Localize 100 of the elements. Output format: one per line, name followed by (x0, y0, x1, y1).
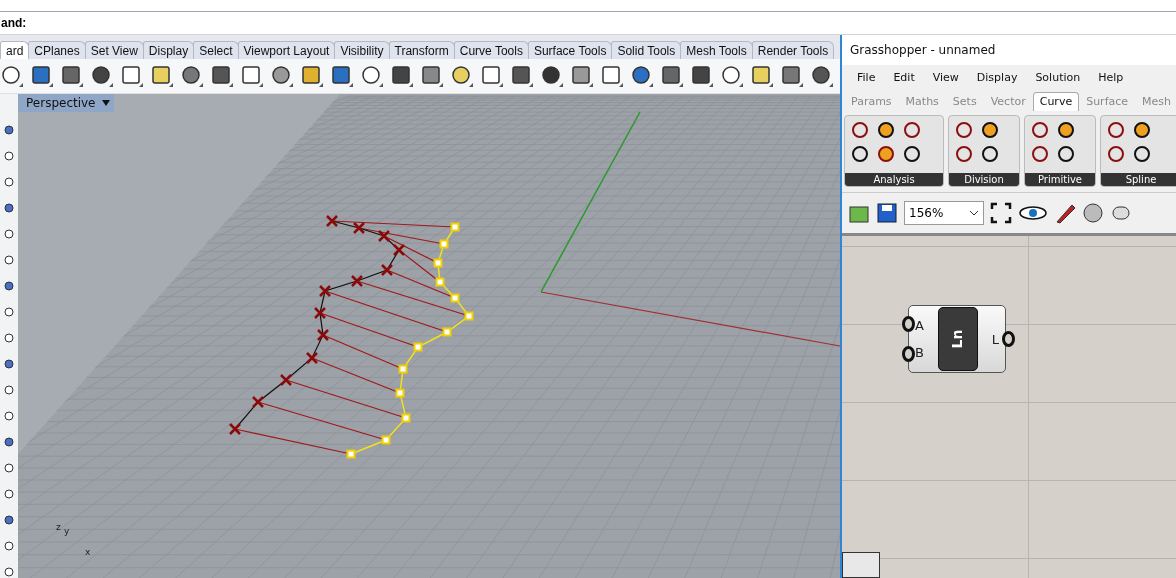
pen-icon[interactable] (1054, 202, 1076, 224)
toolbar-tab[interactable]: CPlanes (28, 40, 86, 59)
group-label[interactable]: Spline (1101, 173, 1176, 186)
toolbar-tab[interactable]: Surface Tools (527, 40, 613, 59)
component-nickname: Ln (949, 329, 966, 349)
axis-label: z (56, 522, 61, 532)
point-marker-icon (346, 449, 356, 459)
component-icon[interactable] (953, 120, 975, 140)
component-icon[interactable] (953, 144, 975, 164)
toolbar-tab[interactable]: Viewport Layout (237, 40, 336, 59)
command-prompt: and: (1, 16, 27, 30)
tool-icon[interactable] (4, 176, 14, 188)
input-grip[interactable] (902, 346, 915, 362)
toolbar-tab[interactable]: Curve Tools (453, 40, 529, 59)
toolbar-tab[interactable]: Mesh Tools (680, 40, 753, 59)
zoom-dropdown[interactable]: 156% (904, 201, 984, 225)
component-icon[interactable] (1029, 144, 1051, 164)
toolbar-tab[interactable]: Render Tools (751, 40, 835, 59)
cross-point-icon (228, 422, 242, 436)
menu-item[interactable]: Solution (1026, 70, 1090, 84)
axis-label: y (64, 526, 70, 536)
toolbar-tab[interactable]: Visibility (334, 40, 390, 59)
toolbar-tab[interactable]: Solid Tools (611, 40, 682, 59)
tool-icon[interactable] (4, 254, 14, 266)
window-title: Grasshopper - unnamed (850, 43, 996, 57)
tool-icon[interactable] (4, 280, 14, 292)
output-label: L (991, 331, 999, 347)
component-icon[interactable] (1131, 144, 1153, 164)
tool-icon[interactable] (4, 202, 14, 214)
line-tool-button[interactable] (842, 552, 880, 578)
group-label[interactable]: Analysis (845, 173, 943, 186)
cross-point-icon (318, 284, 332, 298)
chevron-down-icon[interactable] (969, 210, 979, 216)
point-marker-icon (464, 311, 474, 321)
menu-item[interactable]: View (923, 70, 968, 84)
component-icon[interactable] (979, 144, 1001, 164)
component-icon[interactable] (1105, 144, 1127, 164)
component-icon[interactable] (849, 120, 871, 140)
tool-icon[interactable] (4, 566, 14, 578)
menu-item[interactable]: Display (967, 70, 1027, 84)
toolbar-tab[interactable]: Display (142, 40, 195, 59)
cross-point-icon (305, 351, 319, 365)
input-label: A (915, 318, 924, 333)
component-icon[interactable] (979, 120, 1001, 140)
point-marker-icon (401, 413, 411, 423)
toolbar-tab[interactable]: ard (0, 40, 30, 59)
output-grip[interactable] (1002, 331, 1015, 347)
point-marker-icon (433, 258, 443, 268)
tool-icon[interactable] (4, 306, 14, 318)
menu-item[interactable]: Help (1089, 70, 1133, 84)
tool-icon[interactable] (4, 124, 14, 136)
line-component[interactable]: A B Ln L (908, 305, 1006, 373)
tool-icon[interactable] (4, 462, 14, 474)
component-icon[interactable] (849, 144, 871, 164)
point-marker-icon (395, 388, 405, 398)
tool-icon[interactable] (4, 436, 14, 448)
tool-icon[interactable] (4, 228, 14, 240)
input-grip[interactable] (902, 316, 915, 332)
cross-point-icon (392, 243, 406, 257)
component-icon[interactable] (1055, 120, 1077, 140)
menu-item[interactable]: File (848, 70, 885, 84)
viewport-title: Perspective (26, 96, 96, 110)
cross-point-icon (377, 229, 391, 243)
menu-item[interactable]: Edit (884, 70, 924, 84)
cross-point-icon (380, 263, 394, 277)
component-tab[interactable]: Curve (1032, 92, 1080, 111)
point-marker-icon (450, 222, 460, 232)
component-icon[interactable] (1105, 120, 1127, 140)
caret-icon[interactable] (101, 100, 110, 106)
tool-icon[interactable] (4, 150, 14, 162)
component-icon[interactable] (875, 120, 897, 140)
cross-point-icon (251, 395, 265, 409)
tool-icon[interactable] (4, 410, 14, 422)
toolbar-tab[interactable]: Set View (84, 40, 144, 59)
tool-icon[interactable] (4, 540, 14, 552)
group-label[interactable]: Division (949, 173, 1019, 186)
toolbar-tab[interactable]: Select (193, 40, 239, 59)
point-marker-icon (381, 435, 391, 445)
toolbar-tab[interactable]: Transform (388, 40, 455, 59)
component-icon[interactable] (1131, 120, 1153, 140)
component-icon[interactable] (1055, 144, 1077, 164)
input-label: B (915, 345, 924, 360)
tool-icon[interactable] (4, 384, 14, 396)
tool-icon[interactable] (4, 358, 14, 370)
cross-point-icon (313, 306, 327, 320)
tool-icon[interactable] (4, 514, 14, 526)
cross-point-icon (325, 214, 339, 228)
cross-point-icon (352, 221, 366, 235)
point-marker-icon (413, 342, 423, 352)
group-label[interactable]: Primitive (1025, 173, 1095, 186)
point-marker-icon (398, 364, 408, 374)
point-marker-icon (435, 277, 445, 287)
tool-icon[interactable] (4, 332, 14, 344)
eye-icon[interactable] (1018, 204, 1048, 222)
component-icon[interactable] (875, 144, 897, 164)
cross-point-icon (316, 328, 330, 342)
component-icon[interactable] (1029, 120, 1051, 140)
component-icon[interactable] (901, 120, 923, 140)
tool-icon[interactable] (4, 488, 14, 500)
component-icon[interactable] (901, 144, 923, 164)
